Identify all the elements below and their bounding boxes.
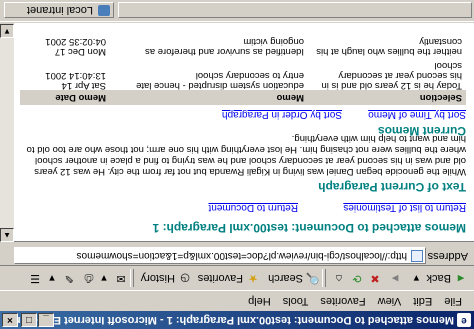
history-label: History <box>140 272 175 284</box>
maximize-button[interactable]: □ <box>21 313 37 327</box>
paragraph-text: While the genocide began Daniel was livi… <box>26 133 466 177</box>
table-row: Today he is 12 years old and is in his s… <box>20 60 466 91</box>
favorites-label: Favorites <box>197 272 243 284</box>
chevron-down-icon: ▾ <box>49 271 55 284</box>
memo-date: Mon Dec 17 04:02:35 2001 <box>45 36 106 57</box>
discuss-button[interactable]: ☰ <box>28 270 42 286</box>
menu-tools[interactable]: Tools <box>277 292 315 310</box>
status-text <box>118 2 472 18</box>
favorites-button[interactable]: ★ Favorites <box>198 270 260 286</box>
home-button[interactable]: ⌂ <box>332 270 346 286</box>
page-icon <box>411 250 423 262</box>
page-content: Memos attached to Document: test00.xml P… <box>14 23 474 242</box>
address-input[interactable]: http://localhost/cgi-bin/review.pl?doc=t… <box>14 247 426 264</box>
back-arrow-icon: ◄ <box>455 271 467 284</box>
vertical-scrollbar[interactable]: ▲ ▼ <box>0 24 14 242</box>
status-bar: Local intranet <box>0 0 474 22</box>
return-testimonies-link[interactable]: Return to list of Testimonies <box>343 202 466 213</box>
refresh-button[interactable]: ⟳ <box>350 270 364 286</box>
menu-file[interactable]: File <box>438 292 468 310</box>
edit-button[interactable]: ✎ ▾ <box>45 270 76 286</box>
security-zone: Local intranet <box>4 2 114 18</box>
back-button[interactable]: ◄ Back ▾ <box>409 270 468 286</box>
refresh-icon: ⟳ <box>352 271 362 284</box>
intranet-icon <box>98 5 110 16</box>
address-url: http://localhost/cgi-bin/review.pl?doc=t… <box>76 250 407 261</box>
search-button[interactable]: 🔍 Search <box>268 270 320 286</box>
toolbar-separator <box>130 269 134 287</box>
memo-selection: Today he is 12 years old and is in his s… <box>321 60 462 91</box>
menu-view[interactable]: View <box>372 292 408 310</box>
print-button[interactable]: ⎙ <box>82 270 96 286</box>
security-zone-label: Local intranet <box>26 4 93 16</box>
mail-button[interactable]: ✉ ▾ <box>97 270 128 286</box>
scroll-down-icon[interactable]: ▼ <box>0 24 14 38</box>
paragraph-heading: Text of Current Paragraph <box>318 180 466 194</box>
stop-button[interactable]: ✖ <box>368 270 382 286</box>
table-row: neither the bullies who laugh at his con… <box>20 36 466 60</box>
forward-button[interactable]: ► <box>388 270 402 286</box>
address-bar: Address http://localhost/cgi-bin/review.… <box>0 244 474 266</box>
menu-favorites[interactable]: Favorites <box>314 292 371 310</box>
memos-table: Selection Memo Memo Date Today he is 12 … <box>20 36 466 105</box>
sort-by-order-link[interactable]: Sort by Order in Paragraph <box>222 109 342 120</box>
address-label: Address <box>427 250 468 262</box>
memos-heading: Current Memos <box>377 124 466 138</box>
close-button[interactable]: × <box>2 313 18 327</box>
minimize-button[interactable]: _ <box>38 313 54 327</box>
search-icon: 🔍 <box>306 271 320 284</box>
memo-selection: neither the bullies who laugh at his con… <box>316 36 462 57</box>
memo-date: Sat Apr 14 13:40:14 2001 <box>45 70 106 91</box>
window-title: Memos attached to Document: test00.xml P… <box>16 314 454 326</box>
chevron-down-icon: ▾ <box>101 271 107 284</box>
home-icon: ⌂ <box>335 271 343 284</box>
page-title: Memos attached to Document: test00.xml P… <box>152 221 466 235</box>
title-bar[interactable]: e Memos attached to Document: test00.xml… <box>0 311 474 329</box>
toolbar-separator <box>322 269 326 287</box>
favorites-icon: ★ <box>248 271 258 284</box>
memo-text: Identified as survivor and therefore as … <box>145 36 304 57</box>
menu-edit[interactable]: Edit <box>407 292 438 310</box>
history-button[interactable]: ◷ History <box>141 270 192 286</box>
scroll-up-icon[interactable]: ▲ <box>0 228 14 242</box>
mail-icon: ✉ <box>116 271 126 284</box>
menu-help[interactable]: Help <box>242 292 277 310</box>
stop-icon: ✖ <box>370 271 380 284</box>
column-header-memo: Memo <box>110 90 308 105</box>
edit-icon: ✎ <box>64 271 74 284</box>
sort-by-time-link[interactable]: Sort by Time of Memo <box>368 109 466 120</box>
column-header-date: Memo Date <box>20 90 110 105</box>
menu-bar: FileEditViewFavoritesToolsHelp <box>0 292 474 310</box>
search-label: Search <box>268 272 303 284</box>
history-icon: ◷ <box>180 271 190 284</box>
chevron-down-icon: ▾ <box>413 271 420 284</box>
discuss-icon: ☰ <box>30 271 40 284</box>
memo-text: education system disrupted - hence late … <box>136 70 304 91</box>
table-header-row: Selection Memo Memo Date <box>20 90 466 105</box>
return-document-link[interactable]: Return to Document <box>209 202 299 213</box>
back-label: Back <box>426 272 451 284</box>
forward-arrow-icon: ► <box>389 271 401 284</box>
browser-window: e Memos attached to Document: test00.xml… <box>0 0 474 329</box>
ie-logo-icon: e <box>457 313 471 327</box>
column-header-selection: Selection <box>308 90 466 105</box>
standard-toolbar: ◄ Back ▾ ► ✖ ⟳ ⌂ 🔍 Search ★ Favorites ◷ … <box>0 265 474 291</box>
print-icon: ⎙ <box>84 271 94 284</box>
